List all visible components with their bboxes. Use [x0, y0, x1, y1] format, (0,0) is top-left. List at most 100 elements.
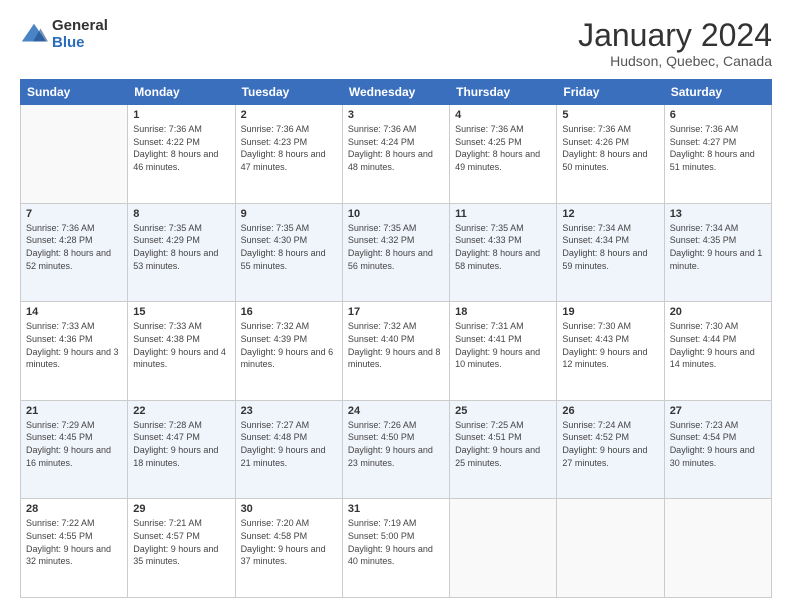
calendar-cell: 17 Sunrise: 7:32 AMSunset: 4:40 PMDayligh…: [342, 302, 449, 401]
calendar-table: SundayMondayTuesdayWednesdayThursdayFrid…: [20, 79, 772, 598]
title-block: January 2024 Hudson, Quebec, Canada: [578, 18, 772, 69]
day-number: 1: [133, 109, 229, 121]
day-number: 19: [562, 306, 658, 318]
calendar-cell: 12 Sunrise: 7:34 AMSunset: 4:34 PMDayligh…: [557, 203, 664, 302]
day-number: 21: [26, 405, 122, 417]
calendar-cell: 5 Sunrise: 7:36 AMSunset: 4:26 PMDaylight…: [557, 105, 664, 204]
day-info: Sunrise: 7:26 AMSunset: 4:50 PMDaylight:…: [348, 419, 444, 469]
calendar-cell: 14Sunrise: 7:33 AMSunset: 4:36 PMDayligh…: [21, 302, 128, 401]
subtitle: Hudson, Quebec, Canada: [578, 53, 772, 69]
calendar-cell: 26 Sunrise: 7:24 AMSunset: 4:52 PMDayligh…: [557, 400, 664, 499]
day-number: 12: [562, 208, 658, 220]
logo: General Blue: [20, 18, 108, 51]
day-number: 9: [241, 208, 337, 220]
calendar-cell: 20 Sunrise: 7:30 AMSunset: 4:44 PMDayligh…: [664, 302, 771, 401]
day-number: 31: [348, 503, 444, 515]
day-number: 28: [26, 503, 122, 515]
calendar-cell: [450, 499, 557, 598]
day-info: Sunrise: 7:28 AMSunset: 4:47 PMDaylight:…: [133, 419, 229, 469]
day-info: Sunrise: 7:29 AMSunset: 4:45 PMDaylight:…: [26, 419, 122, 469]
weekday-header-row: SundayMondayTuesdayWednesdayThursdayFrid…: [21, 80, 772, 105]
day-number: 26: [562, 405, 658, 417]
month-title: January 2024: [578, 18, 772, 53]
day-info: Sunrise: 7:33 AMSunset: 4:38 PMDaylight:…: [133, 320, 229, 370]
calendar-cell: 21 Sunrise: 7:29 AMSunset: 4:45 PMDayligh…: [21, 400, 128, 499]
calendar-cell: 11 Sunrise: 7:35 AMSunset: 4:33 PMDayligh…: [450, 203, 557, 302]
calendar-cell: 30Sunrise: 7:20 AMSunset: 4:58 PMDayligh…: [235, 499, 342, 598]
day-number: 3: [348, 109, 444, 121]
day-info: Sunrise: 7:34 AMSunset: 4:34 PMDaylight:…: [562, 222, 658, 272]
day-info: Sunrise: 7:24 AMSunset: 4:52 PMDaylight:…: [562, 419, 658, 469]
calendar-week-row: 1 Sunrise: 7:36 AMSunset: 4:22 PMDaylight…: [21, 105, 772, 204]
day-info: Sunrise: 7:21 AMSunset: 4:57 PMDaylight:…: [133, 517, 229, 567]
page: General Blue January 2024 Hudson, Quebec…: [0, 0, 792, 612]
logo-general: General: [52, 17, 108, 34]
day-info: Sunrise: 7:23 AMSunset: 4:54 PMDaylight:…: [670, 419, 766, 469]
day-info: Sunrise: 7:32 AMSunset: 4:40 PMDaylight:…: [348, 320, 444, 370]
calendar-cell: 8 Sunrise: 7:35 AMSunset: 4:29 PMDaylight…: [128, 203, 235, 302]
calendar-week-row: 28 Sunrise: 7:22 AMSunset: 4:55 PMDayligh…: [21, 499, 772, 598]
calendar-cell: 6Sunrise: 7:36 AMSunset: 4:27 PMDaylight…: [664, 105, 771, 204]
day-number: 16: [241, 306, 337, 318]
calendar-cell: [21, 105, 128, 204]
calendar-cell: 25Sunrise: 7:25 AMSunset: 4:51 PMDayligh…: [450, 400, 557, 499]
day-number: 5: [562, 109, 658, 121]
day-info: Sunrise: 7:36 AMSunset: 4:28 PMDaylight:…: [26, 222, 122, 272]
calendar-cell: 7 Sunrise: 7:36 AMSunset: 4:28 PMDaylight…: [21, 203, 128, 302]
calendar-cell: 1 Sunrise: 7:36 AMSunset: 4:22 PMDaylight…: [128, 105, 235, 204]
weekday-header: Tuesday: [235, 80, 342, 105]
day-number: 20: [670, 306, 766, 318]
day-number: 8: [133, 208, 229, 220]
day-info: Sunrise: 7:27 AMSunset: 4:48 PMDaylight:…: [241, 419, 337, 469]
calendar-cell: 22 Sunrise: 7:28 AMSunset: 4:47 PMDayligh…: [128, 400, 235, 499]
weekday-header: Saturday: [664, 80, 771, 105]
day-number: 24: [348, 405, 444, 417]
day-number: 15: [133, 306, 229, 318]
day-number: 13: [670, 208, 766, 220]
day-number: 4: [455, 109, 551, 121]
day-number: 22: [133, 405, 229, 417]
calendar-cell: [664, 499, 771, 598]
weekday-header: Friday: [557, 80, 664, 105]
day-info: Sunrise: 7:35 AMSunset: 4:29 PMDaylight:…: [133, 222, 229, 272]
calendar-cell: 3 Sunrise: 7:36 AMSunset: 4:24 PMDaylight…: [342, 105, 449, 204]
day-number: 17: [348, 306, 444, 318]
day-info: Sunrise: 7:34 AMSunset: 4:35 PMDaylight:…: [670, 222, 766, 272]
day-number: 6: [670, 109, 766, 121]
day-number: 2: [241, 109, 337, 121]
weekday-header: Wednesday: [342, 80, 449, 105]
day-info: Sunrise: 7:33 AMSunset: 4:36 PMDaylight:…: [26, 320, 122, 370]
calendar-cell: 28 Sunrise: 7:22 AMSunset: 4:55 PMDayligh…: [21, 499, 128, 598]
day-info: Sunrise: 7:36 AMSunset: 4:22 PMDaylight:…: [133, 123, 229, 173]
logo-text: General Blue: [52, 18, 108, 51]
logo-icon: [20, 21, 48, 49]
day-number: 23: [241, 405, 337, 417]
calendar-week-row: 7 Sunrise: 7:36 AMSunset: 4:28 PMDaylight…: [21, 203, 772, 302]
day-info: Sunrise: 7:36 AMSunset: 4:24 PMDaylight:…: [348, 123, 444, 173]
calendar-cell: 31 Sunrise: 7:19 AMSunset: 5:00 PMDayligh…: [342, 499, 449, 598]
day-info: Sunrise: 7:35 AMSunset: 4:33 PMDaylight:…: [455, 222, 551, 272]
day-info: Sunrise: 7:35 AMSunset: 4:30 PMDaylight:…: [241, 222, 337, 272]
day-info: Sunrise: 7:19 AMSunset: 5:00 PMDaylight:…: [348, 517, 444, 567]
day-info: Sunrise: 7:36 AMSunset: 4:25 PMDaylight:…: [455, 123, 551, 173]
day-info: Sunrise: 7:36 AMSunset: 4:26 PMDaylight:…: [562, 123, 658, 173]
day-number: 25: [455, 405, 551, 417]
day-number: 7: [26, 208, 122, 220]
calendar-week-row: 21 Sunrise: 7:29 AMSunset: 4:45 PMDayligh…: [21, 400, 772, 499]
calendar-cell: 24 Sunrise: 7:26 AMSunset: 4:50 PMDayligh…: [342, 400, 449, 499]
calendar-week-row: 14Sunrise: 7:33 AMSunset: 4:36 PMDayligh…: [21, 302, 772, 401]
calendar-cell: 4 Sunrise: 7:36 AMSunset: 4:25 PMDaylight…: [450, 105, 557, 204]
calendar-cell: 18Sunrise: 7:31 AMSunset: 4:41 PMDayligh…: [450, 302, 557, 401]
calendar-cell: 9 Sunrise: 7:35 AMSunset: 4:30 PMDaylight…: [235, 203, 342, 302]
weekday-header: Sunday: [21, 80, 128, 105]
day-info: Sunrise: 7:30 AMSunset: 4:44 PMDaylight:…: [670, 320, 766, 370]
day-number: 11: [455, 208, 551, 220]
header: General Blue January 2024 Hudson, Quebec…: [20, 18, 772, 69]
day-info: Sunrise: 7:22 AMSunset: 4:55 PMDaylight:…: [26, 517, 122, 567]
day-number: 18: [455, 306, 551, 318]
day-info: Sunrise: 7:20 AMSunset: 4:58 PMDaylight:…: [241, 517, 337, 567]
calendar-cell: [557, 499, 664, 598]
day-number: 10: [348, 208, 444, 220]
day-number: 27: [670, 405, 766, 417]
day-info: Sunrise: 7:32 AMSunset: 4:39 PMDaylight:…: [241, 320, 337, 370]
